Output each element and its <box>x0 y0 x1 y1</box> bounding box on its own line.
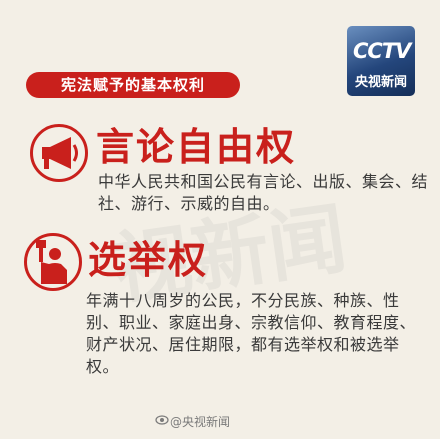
header-banner: 宪法赋予的基本权利 <box>26 72 240 98</box>
megaphone-icon <box>30 124 88 182</box>
section-body-vote: 年满十八周岁的公民，不分民族、种族、性别、职业、家庭出身、宗教信仰、教育程度、财… <box>86 291 417 376</box>
weibo-eye-icon <box>155 415 169 425</box>
section-title-speech: 言论自由权 <box>96 125 297 169</box>
section-body-speech: 中华人民共和国公民有言论、出版、集会、结社、游行、示威的自由。 <box>98 172 429 213</box>
infographic-card: 视新闻 CCTV 央视新闻 宪法赋予的基本权利 言论自由权 中华人民共和国公民有… <box>0 0 440 439</box>
voter-raising-ballot-icon <box>24 233 82 291</box>
section-title-vote: 选举权 <box>88 238 209 282</box>
cctv-news-logo: CCTV 央视新闻 <box>347 26 415 96</box>
cctv-logo-mark: CCTV <box>353 39 411 63</box>
cctv-logo-name: 央视新闻 <box>354 75 407 90</box>
footer-credit: @央视新闻 <box>170 415 231 429</box>
